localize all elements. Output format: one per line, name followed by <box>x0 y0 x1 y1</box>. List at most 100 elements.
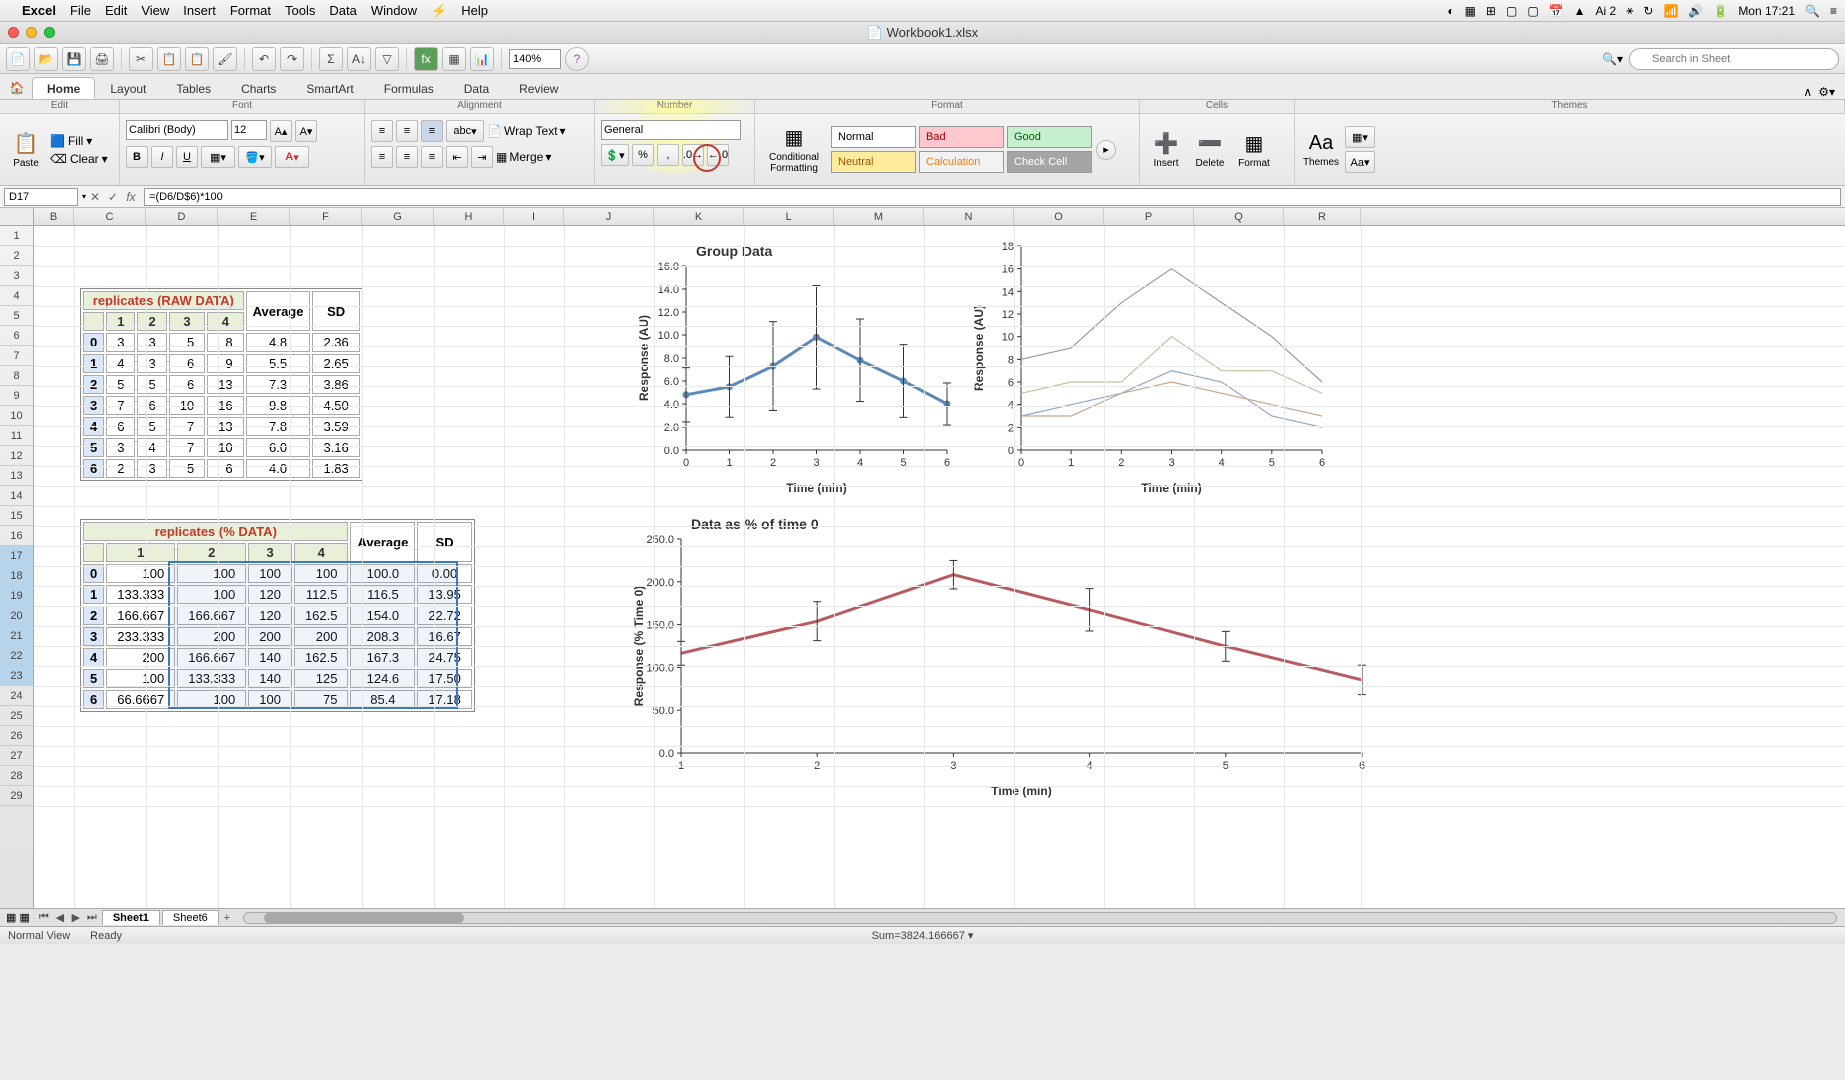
calendar-icon[interactable]: 📅 <box>1549 4 1564 18</box>
zoom-input[interactable] <box>509 49 561 69</box>
timemachine-icon[interactable]: ↻ <box>1643 4 1653 18</box>
theme-colors-button[interactable]: ▦▾ <box>1345 126 1375 148</box>
column-header[interactable]: N <box>924 208 1014 225</box>
italic-button[interactable]: I <box>151 146 173 168</box>
wifi-icon[interactable]: 📶 <box>1663 4 1678 18</box>
save-button[interactable]: 💾 <box>62 47 86 71</box>
percent-chart[interactable]: 0.050.0100.0150.0200.0250.0123456Data as… <box>629 511 1374 801</box>
menu-file[interactable]: File <box>70 3 91 18</box>
bold-button[interactable]: B <box>126 146 148 168</box>
format-painter-button[interactable]: 🖌 <box>213 47 237 71</box>
indent-decrease-button[interactable]: ⇤ <box>446 146 468 168</box>
help-icon[interactable]: ? <box>565 47 589 71</box>
column-header[interactable]: F <box>290 208 362 225</box>
paste-button[interactable]: 📋Paste <box>6 122 46 178</box>
row-header[interactable]: 12 <box>0 446 33 466</box>
column-header[interactable]: I <box>504 208 564 225</box>
cut-button[interactable]: ✂ <box>129 47 153 71</box>
tab-formulas[interactable]: Formulas <box>369 77 449 99</box>
increase-decimal-button[interactable]: .0→ <box>682 144 704 166</box>
paste-button[interactable]: 📋 <box>185 47 209 71</box>
bluetooth-icon[interactable]: ⚹ <box>1626 3 1633 18</box>
format-cells-button[interactable]: ▦Format <box>1234 122 1274 178</box>
column-header[interactable]: C <box>74 208 146 225</box>
column-header[interactable]: K <box>654 208 744 225</box>
search-scope-icon[interactable]: 🔍▾ <box>1602 52 1623 66</box>
row-header[interactable]: 5 <box>0 306 33 326</box>
menu-edit[interactable]: Edit <box>105 3 127 18</box>
column-header[interactable]: E <box>218 208 290 225</box>
row-header[interactable]: 9 <box>0 386 33 406</box>
copy-button[interactable]: 📋 <box>157 47 181 71</box>
column-header[interactable]: B <box>34 208 74 225</box>
font-color-button[interactable]: A▾ <box>275 146 309 168</box>
status-icon[interactable]: Ai 2 <box>1596 4 1617 18</box>
more-styles-icon[interactable]: ▸ <box>1096 140 1116 160</box>
font-name-select[interactable] <box>126 120 228 140</box>
open-button[interactable]: 📂 <box>34 47 58 71</box>
status-icon[interactable]: ▢ <box>1527 4 1538 18</box>
style-check-cell[interactable]: Check Cell <box>1007 151 1092 173</box>
tab-nav-first[interactable]: ⏮ <box>36 910 52 926</box>
menu-tools[interactable]: Tools <box>285 3 315 18</box>
enter-formula-icon[interactable]: ✓ <box>104 188 122 206</box>
fill-color-button[interactable]: 🪣▾ <box>238 146 272 168</box>
style-normal[interactable]: Normal <box>831 126 916 148</box>
column-header[interactable]: O <box>1014 208 1104 225</box>
row-header[interactable]: 1 <box>0 226 33 246</box>
home-icon[interactable]: 🏠 <box>6 77 28 99</box>
print-button[interactable]: 🖨 <box>90 47 114 71</box>
sheet-tab[interactable]: Sheet6 <box>162 910 219 925</box>
underline-button[interactable]: U <box>176 146 198 168</box>
worksheet-grid[interactable]: BCDEFGHIJKLMNOPQR 1234567891011121314151… <box>0 208 1845 908</box>
row-header[interactable]: 16 <box>0 526 33 546</box>
align-bottom-button[interactable]: ≡ <box>421 120 443 142</box>
tab-charts[interactable]: Charts <box>226 77 291 99</box>
grow-font-button[interactable]: A▴ <box>270 120 292 142</box>
menu-window[interactable]: Window <box>371 3 417 18</box>
row-header[interactable]: 11 <box>0 426 33 446</box>
conditional-formatting-button[interactable]: ▦Conditional Formatting <box>761 122 827 178</box>
status-icon[interactable]: ▲ <box>1574 4 1586 18</box>
row-header[interactable]: 26 <box>0 726 33 746</box>
align-left-button[interactable]: ≡ <box>371 146 393 168</box>
spotlight-icon[interactable]: 🔍 <box>1805 4 1820 18</box>
replicates-chart[interactable]: 0246810121416180123456Time (min)Response… <box>969 238 1334 498</box>
column-header[interactable]: Q <box>1194 208 1284 225</box>
row-header[interactable]: 15 <box>0 506 33 526</box>
filter-button[interactable]: ▽ <box>375 47 399 71</box>
row-header[interactable]: 19 <box>0 586 33 606</box>
tab-home[interactable]: Home <box>32 77 95 99</box>
battery-icon[interactable]: 🔋 <box>1713 4 1728 18</box>
style-good[interactable]: Good <box>1007 126 1092 148</box>
row-header[interactable]: 24 <box>0 686 33 706</box>
cancel-formula-icon[interactable]: ✕ <box>86 188 104 206</box>
row-header[interactable]: 23 <box>0 666 33 686</box>
cells-area[interactable]: replicates (RAW DATA)AverageSD1234033584… <box>34 226 1845 908</box>
chart-button[interactable]: 📊 <box>470 47 494 71</box>
row-header[interactable]: 6 <box>0 326 33 346</box>
number-format-select[interactable] <box>601 120 741 140</box>
align-middle-button[interactable]: ≡ <box>396 120 418 142</box>
row-header[interactable]: 28 <box>0 766 33 786</box>
column-header[interactable]: M <box>834 208 924 225</box>
row-header[interactable]: 3 <box>0 266 33 286</box>
gear-icon[interactable]: ⚙▾ <box>1818 85 1835 99</box>
search-input[interactable] <box>1629 48 1839 70</box>
autosum-button[interactable]: Σ <box>319 47 343 71</box>
percent-button[interactable]: % <box>632 144 654 166</box>
row-header[interactable]: 2 <box>0 246 33 266</box>
fx-icon[interactable]: fx <box>122 188 140 206</box>
row-header[interactable]: 4 <box>0 286 33 306</box>
row-header[interactable]: 8 <box>0 366 33 386</box>
style-bad[interactable]: Bad <box>919 126 1004 148</box>
volume-icon[interactable]: 🔊 <box>1688 4 1703 18</box>
tab-nav-last[interactable]: ⏭ <box>84 910 100 926</box>
themes-button[interactable]: AaThemes <box>1301 122 1341 178</box>
tab-tables[interactable]: Tables <box>161 77 226 99</box>
comma-button[interactable]: , <box>657 144 679 166</box>
tab-layout[interactable]: Layout <box>95 77 161 99</box>
name-box[interactable] <box>4 188 78 206</box>
group-data-chart[interactable]: 0.02.04.06.08.010.012.014.016.00123456Gr… <box>634 238 959 498</box>
currency-button[interactable]: 💲▾ <box>601 144 629 166</box>
